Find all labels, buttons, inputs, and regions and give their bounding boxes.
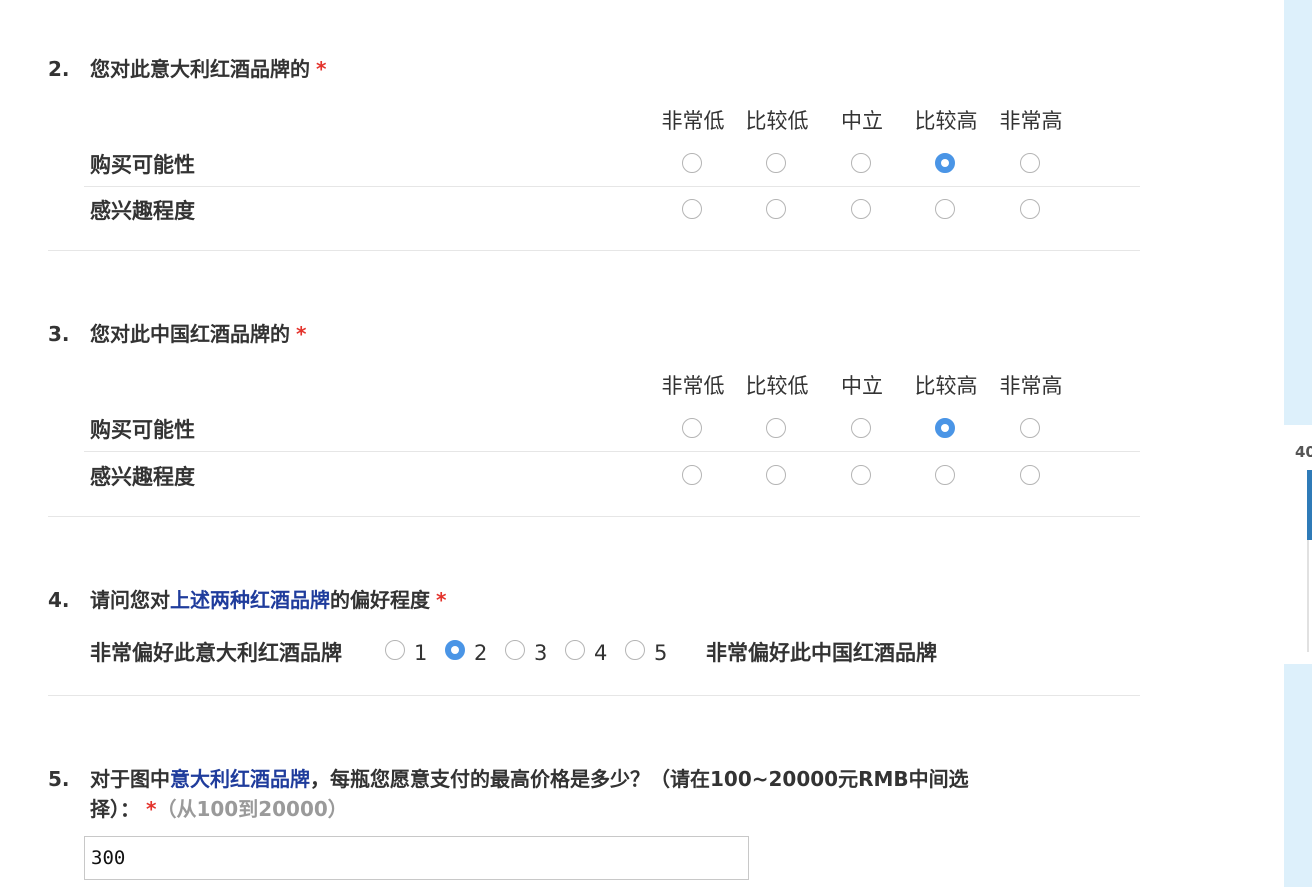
question-5: 5. 对于图中意大利红酒品牌，每瓶您愿意支付的最高价格是多少？（请在100~20… (48, 0, 1140, 887)
question-text-suffix: ，每瓶您愿意支付的最高价格是多少？（请在100~20000元RMB中间选 (310, 767, 969, 791)
survey-form: 2. 您对此意大利红酒品牌的 * 非常低 比较低 中立 比较高 非常高 购买可能性… (0, 0, 1284, 887)
side-divider (1307, 540, 1309, 652)
question-text-line2: 择）： (90, 797, 140, 821)
range-hint: （从100到20000） (156, 797, 348, 821)
question-text-prefix: 对于图中 (90, 767, 170, 791)
side-progress-marker (1307, 470, 1312, 540)
side-panel-top (1284, 0, 1312, 425)
side-panel-bottom (1284, 664, 1312, 887)
side-count-badge: 40 (1295, 443, 1312, 461)
question-number: 5. (48, 767, 70, 791)
required-asterisk: * (146, 797, 157, 821)
max-price-input[interactable] (84, 836, 749, 880)
question-text-highlight: 意大利红酒品牌 (170, 767, 310, 791)
